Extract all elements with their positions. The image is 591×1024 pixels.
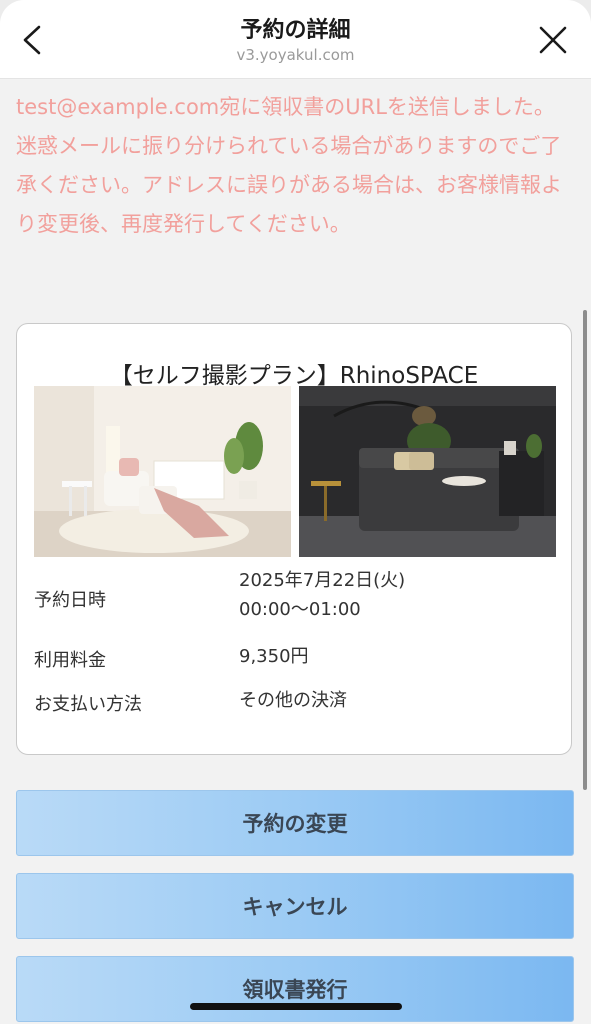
close-button[interactable]: [533, 20, 573, 60]
close-icon: [539, 26, 567, 54]
studio-photo-white: [34, 386, 291, 557]
page-url: v3.yoyakul.com: [236, 46, 355, 64]
reservation-datetime-label: 予約日時: [34, 590, 106, 611]
receipt-notice: test@example.com宛に領収書のURLを送信しました。迷惑メールに振…: [16, 95, 562, 236]
plan-title: 【セルフ撮影プラン】RhinoSPACE: [109, 363, 479, 389]
page-title: 予約の詳細: [240, 18, 351, 43]
payment-method-value: その他の決済: [239, 690, 347, 711]
issue-receipt-button[interactable]: 領収書発行: [16, 956, 574, 1022]
modal-sheet: 予約の詳細 v3.yoyakul.com test@example.com宛に領…: [0, 0, 591, 1024]
studio-photo-dark: [299, 386, 556, 557]
home-indicator: [190, 1003, 402, 1010]
cancel-reservation-button[interactable]: キャンセル: [16, 873, 574, 939]
reservation-date-value: 2025年7月22日(火): [239, 570, 406, 591]
scrollbar[interactable]: [583, 310, 587, 790]
reservation-card: 【セルフ撮影プラン】RhinoSPACE 予約日時 2025年7月22日(火) …: [16, 323, 572, 755]
reservation-time-value: 00:00～01:00: [239, 599, 361, 620]
change-reservation-button[interactable]: 予約の変更: [16, 790, 574, 856]
payment-method-label: お支払い方法: [34, 694, 142, 715]
fee-value: 9,350円: [239, 646, 309, 667]
header-bar: 予約の詳細 v3.yoyakul.com: [0, 0, 591, 79]
fee-label: 利用料金: [34, 650, 106, 671]
